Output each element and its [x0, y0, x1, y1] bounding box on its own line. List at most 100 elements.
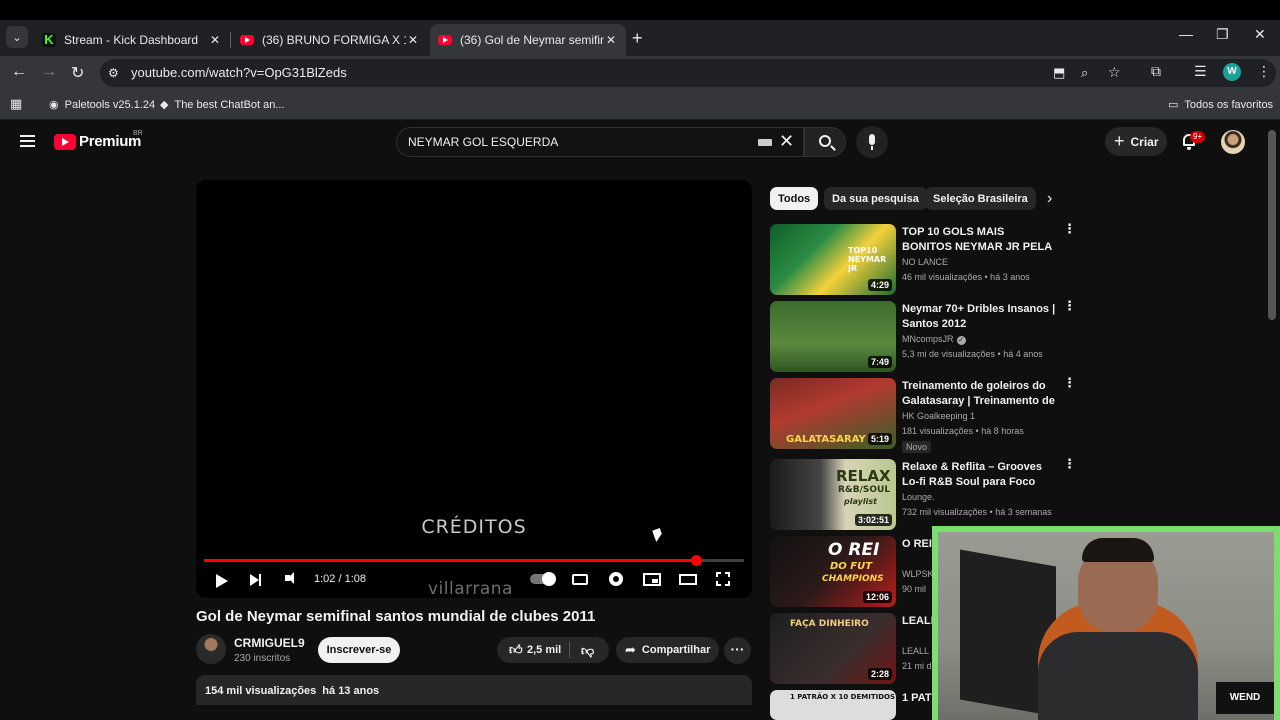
- progress-bar[interactable]: [204, 555, 744, 566]
- progress-scrubber[interactable]: [691, 555, 703, 566]
- video-thumbnail[interactable]: 1 PATRÃO X 10 DEMITIDOS: [770, 690, 896, 720]
- back-icon[interactable]: ←: [11, 63, 27, 81]
- kebab-menu-icon[interactable]: ⋮: [1063, 376, 1076, 389]
- theater-mode-icon[interactable]: [679, 574, 697, 585]
- close-icon[interactable]: ✕: [406, 33, 420, 47]
- voice-search-button[interactable]: [856, 126, 888, 158]
- video-thumbnail[interactable]: FAÇA DINHEIRO 2:28: [770, 613, 896, 684]
- zoom-icon[interactable]: ⌕: [1081, 65, 1088, 81]
- progress-fill: [204, 559, 697, 562]
- thumbnail-text: RELAX: [836, 467, 891, 485]
- thumbs-down-icon[interactable]: 👎︎: [581, 643, 594, 659]
- minimize-icon[interactable]: —: [1179, 26, 1193, 42]
- recommendation-channel[interactable]: Lounge.: [902, 492, 935, 502]
- time-display: 1:02 / 1:08: [314, 573, 366, 585]
- recommendation-item[interactable]: 7:49 Neymar 70+ Dribles Insanos | Santos…: [770, 299, 1076, 373]
- restore-icon[interactable]: ❐: [1216, 26, 1229, 43]
- recommendation-channel[interactable]: LEALL: [902, 646, 929, 656]
- subtitles-icon[interactable]: [572, 574, 588, 585]
- thumbnail-text: 1 PATRÃO X 10 DEMITIDOS: [790, 693, 895, 701]
- kebab-menu-icon[interactable]: ⋮: [1063, 222, 1076, 235]
- recommendation-channel[interactable]: WLPSK: [902, 569, 934, 579]
- description-box[interactable]: 154 mil visualizações há 13 anos: [196, 675, 752, 705]
- volume-icon[interactable]: [285, 572, 294, 584]
- recommendation-title[interactable]: Treinamento de goleiros do Galatasaray |…: [902, 379, 1057, 409]
- new-tab-button[interactable]: +: [632, 28, 643, 49]
- create-button[interactable]: + Criar: [1105, 127, 1167, 156]
- miniplayer-icon[interactable]: [643, 573, 661, 586]
- recommendation-channel[interactable]: HK Goalkeeping 1: [902, 411, 975, 421]
- clear-search-icon[interactable]: ✕: [779, 131, 794, 152]
- tab-gol-neymar[interactable]: (36) Gol de Neymar semifinal sa ✕: [430, 24, 626, 56]
- chip-brazil-team[interactable]: Seleção Brasileira: [925, 187, 1036, 210]
- recommendation-item[interactable]: TOP10 NEYMAR JR 4:29 TOP 10 GOLS MAIS BO…: [770, 222, 1076, 296]
- video-title: Gol de Neymar semifinal santos mundial d…: [196, 608, 596, 625]
- recommendation-channel[interactable]: NO LANCE: [902, 257, 948, 267]
- apps-grid-icon[interactable]: ▦: [10, 96, 22, 112]
- keyboard-icon[interactable]: [758, 139, 772, 146]
- forward-icon[interactable]: →: [41, 63, 57, 81]
- bookmark-chatbot[interactable]: ◆ The best ChatBot an...: [160, 98, 285, 112]
- youtube-logo-icon[interactable]: [54, 134, 76, 150]
- video-thumbnail[interactable]: O REI DO FUT CHAMPIONS 12:06: [770, 536, 896, 607]
- kebab-menu-icon[interactable]: ⋮: [1063, 457, 1076, 470]
- like-count[interactable]: 2,5 mil: [527, 644, 561, 656]
- verified-check-icon: ✓: [956, 336, 966, 345]
- close-icon[interactable]: ✕: [208, 33, 222, 47]
- thumbnail-text: playlist: [844, 497, 877, 506]
- recommendation-channel[interactable]: MNcompsJR ✓: [902, 334, 966, 345]
- play-icon[interactable]: [216, 574, 228, 588]
- chip-all[interactable]: Todos: [770, 187, 819, 210]
- bookmark-star-icon[interactable]: ☆: [1108, 64, 1121, 81]
- recommendation-title[interactable]: TOP 10 GOLS MAIS BONITOS NEYMAR JR PELA …: [902, 225, 1057, 255]
- video-thumbnail[interactable]: TOP10 NEYMAR JR 4:29: [770, 224, 896, 295]
- recommendation-item[interactable]: GALATASARAY 5:19 Treinamento de goleiros…: [770, 376, 1076, 453]
- profile-avatar[interactable]: W: [1223, 63, 1241, 81]
- all-bookmarks[interactable]: ▭ Todos os favoritos: [1168, 98, 1273, 112]
- media-controls-icon[interactable]: ☰: [1194, 63, 1207, 80]
- chevron-right-icon[interactable]: ›: [1047, 190, 1052, 208]
- settings-gear-icon[interactable]: [609, 572, 623, 586]
- channel-name[interactable]: CRMIGUEL9: [234, 636, 305, 650]
- recommendation-meta: 732 mil visualizações • há 3 semanas: [902, 507, 1052, 517]
- recommendation-item[interactable]: RELAX R&B/SOUL playlist 3:02:51 Relaxe &…: [770, 457, 1076, 531]
- more-actions-button[interactable]: ···: [724, 637, 751, 664]
- youtube-brand[interactable]: Premium: [79, 133, 141, 150]
- page-scrollbar[interactable]: [1268, 130, 1276, 320]
- browser-menu-icon[interactable]: ⋮: [1257, 63, 1271, 80]
- video-player[interactable]: CRÉDITOS villarrana 1:02 / 1:08: [196, 180, 752, 598]
- search-button[interactable]: [804, 127, 846, 157]
- video-thumbnail[interactable]: GALATASARAY 5:19: [770, 378, 896, 449]
- tab-search-button[interactable]: ⌄: [6, 26, 28, 48]
- tab-bruno-formiga[interactable]: (36) BRUNO FORMIGA X 10 "HA ✕: [232, 24, 428, 56]
- address-bar[interactable]: ⚙ youtube.com/watch?v=OpG31BlZeds ⬒ ⌕ ☆: [100, 59, 1276, 87]
- window-close-icon[interactable]: ✕: [1254, 26, 1266, 43]
- bookmark-paletools[interactable]: ◉ Paletools v25.1.24: [49, 98, 155, 112]
- video-thumbnail[interactable]: 7:49: [770, 301, 896, 372]
- youtube-icon: [438, 35, 452, 45]
- video-thumbnail[interactable]: RELAX R&B/SOUL playlist 3:02:51: [770, 459, 896, 530]
- extensions-icon[interactable]: ⧉: [1151, 63, 1161, 80]
- menu-icon[interactable]: [20, 135, 35, 147]
- thumbs-up-icon[interactable]: 👍︎: [509, 642, 523, 658]
- recommendation-title[interactable]: Relaxe & Reflita – Grooves Lo-fi R&B Sou…: [902, 460, 1057, 490]
- close-icon[interactable]: ✕: [604, 33, 618, 47]
- streamer-hair: [1082, 538, 1154, 562]
- install-app-icon[interactable]: ⬒: [1053, 65, 1065, 81]
- tab-kick[interactable]: K Stream - Kick Dashboard ✕: [34, 24, 230, 56]
- fullscreen-icon[interactable]: [716, 572, 730, 586]
- channel-avatar[interactable]: [196, 634, 226, 664]
- bookmark-label: The best ChatBot an...: [174, 98, 285, 111]
- search-input[interactable]: [408, 133, 748, 151]
- next-icon[interactable]: [250, 574, 261, 586]
- site-info-icon[interactable]: ⚙: [108, 66, 119, 80]
- chip-from-search[interactable]: Da sua pesquisa: [824, 187, 927, 210]
- autoplay-toggle[interactable]: [530, 572, 556, 586]
- account-avatar[interactable]: [1221, 130, 1245, 154]
- kebab-menu-icon[interactable]: ⋮: [1063, 299, 1076, 312]
- reload-icon[interactable]: ↻: [71, 63, 84, 83]
- subscribe-button[interactable]: Inscrever-se: [318, 637, 400, 663]
- tab-divider: [230, 32, 231, 48]
- share-button[interactable]: ➦ Compartilhar: [616, 637, 719, 663]
- recommendation-title[interactable]: Neymar 70+ Dribles Insanos | Santos 2012: [902, 302, 1057, 332]
